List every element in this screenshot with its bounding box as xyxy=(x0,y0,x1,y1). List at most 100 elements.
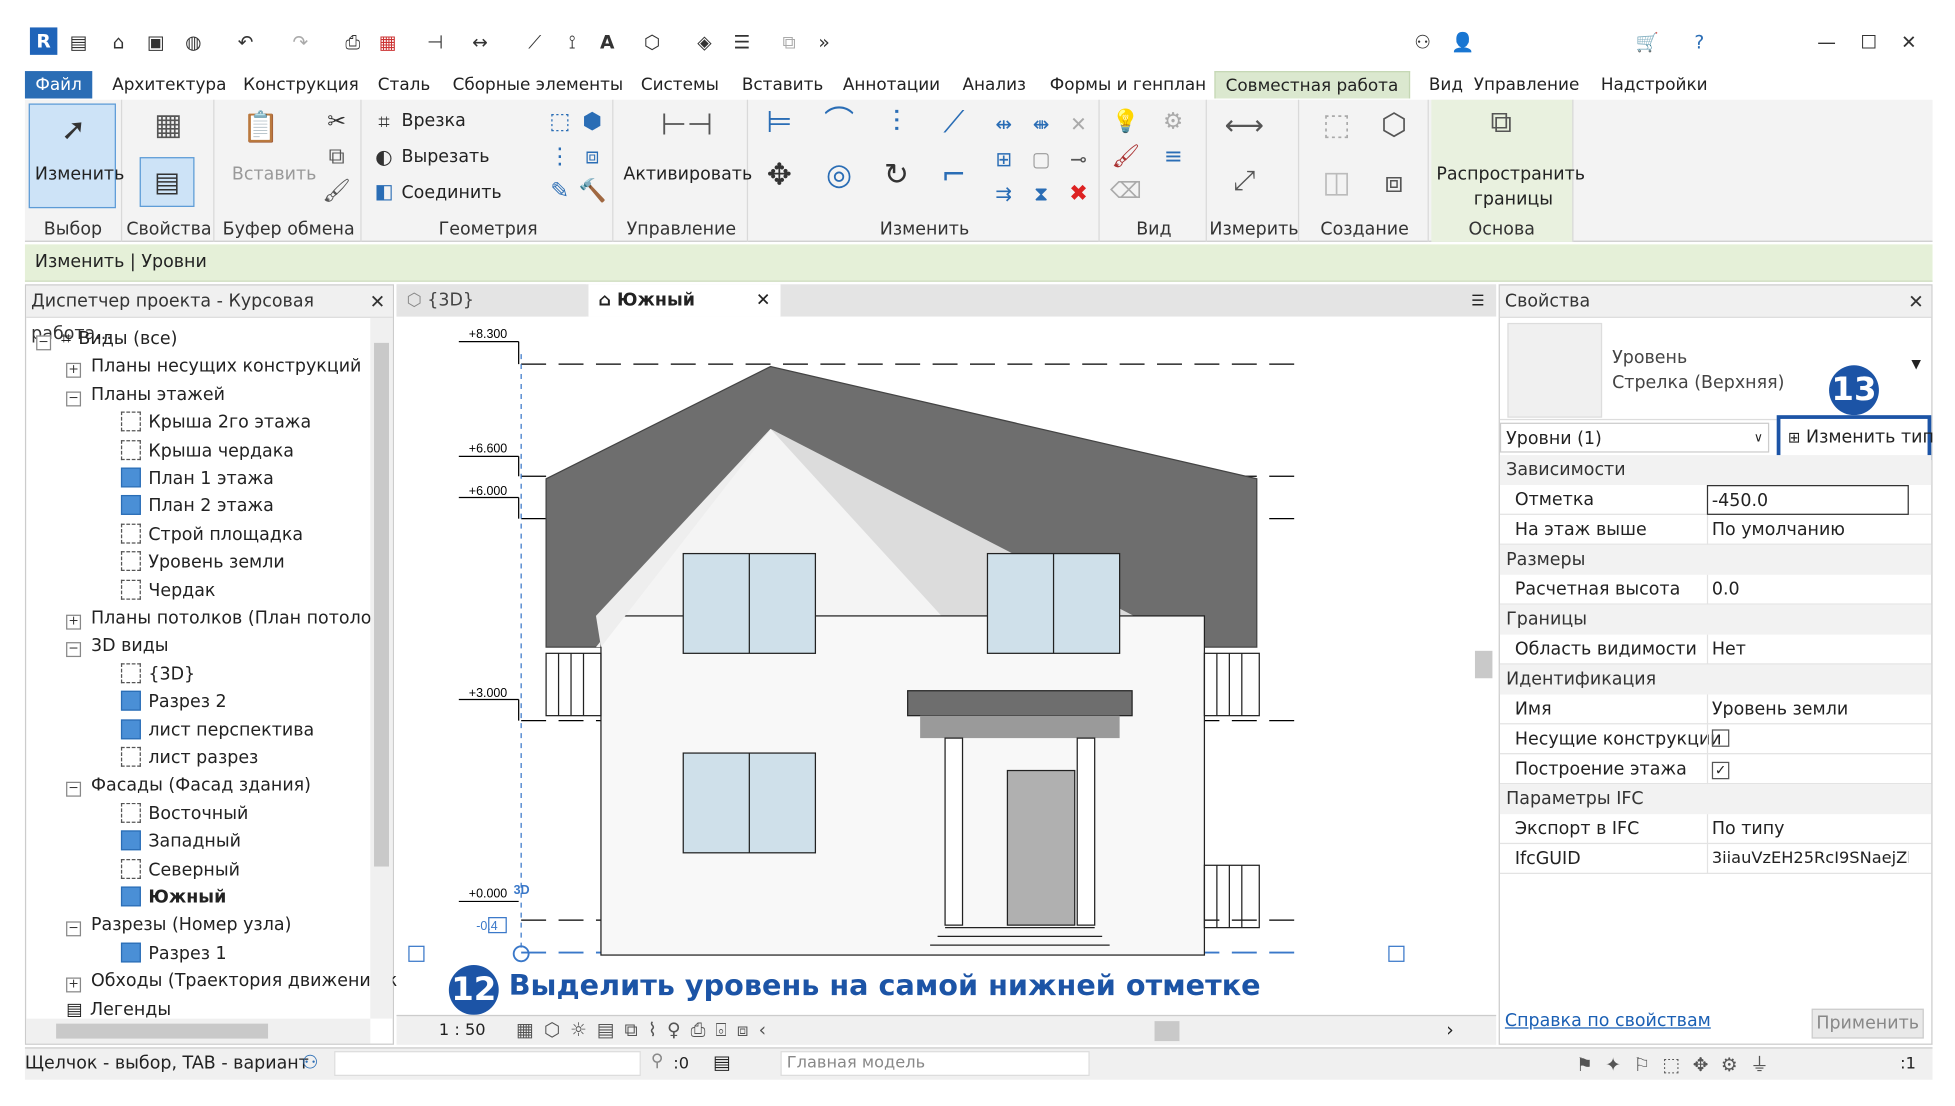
split-gap-icon[interactable]: ⇼ xyxy=(1027,107,1054,142)
ifc-export-value[interactable]: По типу xyxy=(1706,814,1909,845)
pin-icon[interactable]: ▢ xyxy=(1027,142,1054,177)
scope-box-value[interactable]: Нет xyxy=(1706,634,1909,665)
paste-label[interactable]: Вставить xyxy=(232,165,317,185)
building-story-checkbox[interactable]: ✓ xyxy=(1711,761,1730,780)
close-icon[interactable]: ✕ xyxy=(1898,31,1920,53)
cut-icon[interactable]: ✂ xyxy=(322,105,352,140)
expand-icon[interactable]: + xyxy=(66,614,82,630)
selection-controls-icons[interactable]: ⚑✦⚐⬚✥⚙⏚ xyxy=(1576,1051,1781,1077)
instance-selector[interactable]: Уровни (1) ∨ xyxy=(1499,422,1770,453)
tab-steel[interactable]: Сталь xyxy=(368,71,441,98)
level-8300[interactable]: +8.300 xyxy=(469,327,508,341)
tag-icon[interactable]: ⟟ xyxy=(561,31,583,53)
align-tool-icon[interactable]: ⊨ xyxy=(758,105,800,140)
file-icon[interactable]: ▤ xyxy=(67,31,89,53)
expand-icon[interactable]: + xyxy=(66,363,82,379)
geometry-tool-6-icon[interactable]: 🔨 xyxy=(579,175,607,210)
cope-icon[interactable]: ⌗ xyxy=(372,105,397,140)
tree-item[interactable]: Западный xyxy=(120,828,241,855)
create-similar-icon[interactable]: ⧈ xyxy=(1369,165,1419,200)
close-tab-icon[interactable]: ✕ xyxy=(756,284,771,316)
join-icon[interactable]: ◧ xyxy=(372,175,397,210)
tab-architecture[interactable]: Архитектура xyxy=(102,71,236,98)
category-identity[interactable]: Идентификация xyxy=(1499,664,1932,695)
sync-icon[interactable]: ◍ xyxy=(182,31,204,53)
revit-app-icon[interactable]: R xyxy=(29,27,58,55)
join-label[interactable]: Соединить xyxy=(401,183,501,203)
rotate-icon[interactable]: ↻ xyxy=(875,157,917,192)
category-extents[interactable]: Границы xyxy=(1499,604,1932,635)
collapse-icon[interactable]: − xyxy=(36,335,52,351)
unpin-icon[interactable]: ⧗ xyxy=(1027,177,1054,212)
tree-item[interactable]: План 2 этажа xyxy=(120,493,274,520)
text-icon[interactable]: A xyxy=(596,31,618,53)
tree-item[interactable]: Южный xyxy=(120,884,226,911)
tab-manage[interactable]: Управление xyxy=(1464,71,1590,98)
close-hidden-icon[interactable]: ⧉ xyxy=(778,31,800,53)
propagate-label-2[interactable]: границы xyxy=(1474,190,1553,210)
propagate-label-1[interactable]: Распространить xyxy=(1436,165,1585,185)
close-icon[interactable]: ✕ xyxy=(370,286,386,318)
create-assembly-icon[interactable]: ⬚ xyxy=(1312,107,1362,142)
override-icon[interactable]: ⚙ xyxy=(1157,105,1189,140)
tab-insert[interactable]: Вставить xyxy=(732,71,833,98)
tab-addins[interactable]: Надстройки xyxy=(1591,71,1718,98)
properties-button[interactable]: ▤ xyxy=(139,157,195,207)
collapse-icon[interactable]: − xyxy=(66,642,82,658)
switch-windows-icon[interactable]: » xyxy=(813,31,835,53)
properties-help-link[interactable]: Справка по свойствам xyxy=(1505,1011,1711,1031)
tab-analyze[interactable]: Анализ xyxy=(953,71,1036,98)
match-properties-icon[interactable]: 🖌 xyxy=(322,175,352,210)
activate-icon[interactable]: ⊢⊣ xyxy=(661,107,713,142)
level-0000[interactable]: +0.000 xyxy=(469,887,508,901)
pin-gray-icon[interactable]: ✕ xyxy=(1065,107,1092,142)
activate-label[interactable]: Активировать xyxy=(623,165,752,185)
delete-icon[interactable]: ✖ xyxy=(1065,177,1092,212)
view-controls-icons[interactable]: ▦⬡☼▤⧉⌇♀⎙⌻⧈‹ xyxy=(516,1019,776,1041)
copy-icon[interactable]: ⧉ xyxy=(322,140,352,175)
scale-icon[interactable]: ⇉ xyxy=(990,177,1017,212)
tree-item[interactable]: {3D} xyxy=(120,661,195,688)
move-icon[interactable]: ✥ xyxy=(758,157,800,192)
dimension-icon[interactable]: ↔ xyxy=(469,31,491,53)
measure-icon[interactable]: ⟋ xyxy=(524,31,546,53)
tree-vscroll[interactable] xyxy=(370,317,393,1019)
tab-file[interactable]: Файл xyxy=(24,71,93,99)
tree-item[interactable]: − ⌗ Виды (все) xyxy=(36,325,177,352)
tree-item[interactable]: Чердак xyxy=(120,577,215,604)
modify-button[interactable]: ➚ Изменить xyxy=(28,103,124,209)
elevation-input[interactable]: -450.0 xyxy=(1706,485,1909,515)
tree-item[interactable]: Уровень земли xyxy=(120,549,285,576)
geometry-tool-2-icon[interactable]: ⬢ xyxy=(579,105,606,140)
geometry-tool-1-icon[interactable]: ⬚ xyxy=(546,105,573,140)
collapse-icon[interactable]: − xyxy=(66,921,82,937)
copy-tool-icon[interactable]: ◎ xyxy=(818,157,860,192)
thin-lines-icon[interactable]: ☰ xyxy=(731,31,753,53)
tab-south-view[interactable]: ⌂ Южный ✕ xyxy=(588,284,781,317)
geometry-tool-3-icon[interactable]: ⋮ xyxy=(546,140,573,175)
view-scale[interactable]: 1 : 50 xyxy=(439,1021,486,1040)
category-ifc[interactable]: Параметры IFC xyxy=(1499,784,1932,815)
binoculars-icon[interactable]: ⚇ xyxy=(1411,31,1433,53)
tree-item[interactable]: − Планы этажей xyxy=(66,381,225,408)
3d-view-icon[interactable]: ⬡ xyxy=(641,31,663,53)
collapse-icon[interactable]: − xyxy=(66,391,82,407)
pdf-icon[interactable]: ▦ xyxy=(377,31,399,53)
structural-checkbox[interactable] xyxy=(1711,729,1730,747)
paste-icon[interactable]: 📋 xyxy=(239,110,281,145)
chevron-down-icon[interactable]: ▼ xyxy=(1911,358,1921,372)
open-icon[interactable]: ⌂ xyxy=(107,31,129,53)
collapse-icon[interactable]: − xyxy=(66,782,82,798)
tree-item[interactable]: Крыша 2го этажа xyxy=(120,409,311,436)
tabs-menu-icon[interactable]: ☰ xyxy=(1471,284,1484,316)
tree-item[interactable]: Строй площадка xyxy=(120,521,303,548)
geometry-tool-4-icon[interactable]: ⧈ xyxy=(579,140,606,175)
maximize-icon[interactable]: ☐ xyxy=(1858,31,1880,53)
name-value[interactable]: Уровень земли xyxy=(1706,694,1909,725)
model-dropdown[interactable]: Главная модель xyxy=(780,1051,1090,1076)
section-icon[interactable]: ◈ xyxy=(693,31,715,53)
tree-item[interactable]: лист разрез xyxy=(120,744,258,771)
tree-item[interactable]: Северный xyxy=(120,856,240,883)
tree-item[interactable]: Восточный xyxy=(120,800,248,827)
tree-item[interactable]: + Обходы (Траектория движения ка xyxy=(66,968,408,995)
